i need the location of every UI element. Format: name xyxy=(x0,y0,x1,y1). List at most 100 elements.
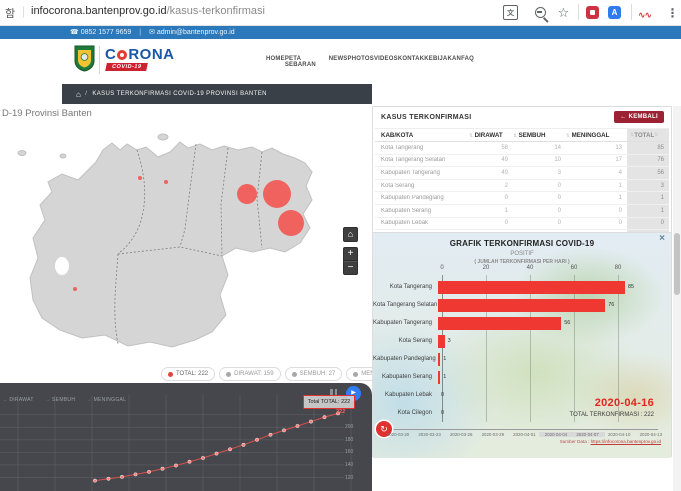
nav-item-faq[interactable]: FAQ xyxy=(461,56,474,68)
nav-item-videos[interactable]: VIDEOS xyxy=(374,56,398,68)
line-point[interactable] xyxy=(147,470,150,473)
back-arrow-icon: ← xyxy=(620,114,626,120)
nav-item-home[interactable]: HOME xyxy=(266,56,285,68)
cell-region-name: Kota Tangerang xyxy=(375,145,469,151)
browser-profile-icon[interactable]: 함 xyxy=(5,5,15,21)
brand-logo-icon[interactable]: ∿∿ xyxy=(637,8,652,23)
extension-translate-icon[interactable]: A xyxy=(608,6,621,19)
column-header-kab-kota[interactable]: KAB/KOTA xyxy=(375,132,469,139)
line-point[interactable] xyxy=(242,443,245,446)
timeline-date[interactable]: 2020-04-13 xyxy=(634,432,668,437)
column-header-total[interactable]: ⇅ TOTAL ⇅ xyxy=(627,129,669,141)
line-point[interactable] xyxy=(282,429,285,432)
cell-total: 85 xyxy=(627,142,669,154)
bar-category-label: Kabupaten Lebak xyxy=(373,392,438,398)
logo-letter-c: C xyxy=(105,46,116,63)
timeline-date[interactable]: 2020-03-20 xyxy=(381,432,415,437)
nav-item-news[interactable]: NEWS xyxy=(329,56,348,68)
bookmark-star-icon[interactable]: ☆ xyxy=(556,5,571,20)
zoom-search-icon[interactable] xyxy=(533,5,548,20)
line-point[interactable] xyxy=(296,424,299,427)
logo-divider xyxy=(99,46,100,74)
map-home-button[interactable]: ⌂ xyxy=(343,227,358,242)
nav-item-peta-sebaran[interactable]: PETA SEBARAN xyxy=(285,56,329,68)
case-bubble[interactable] xyxy=(278,210,304,236)
browser-menu-icon[interactable]: ⋮ xyxy=(665,5,680,20)
scrollbar-thumb[interactable] xyxy=(674,233,680,295)
case-bubble[interactable] xyxy=(237,184,257,204)
bar[interactable] xyxy=(438,317,561,330)
timeline-date[interactable]: 2020-03-29 xyxy=(476,432,510,437)
line-point[interactable] xyxy=(120,475,123,478)
cell-total: 1 xyxy=(627,192,669,204)
bar-row-kota-cilegon: Kota Cilegon0 xyxy=(373,404,671,422)
line-point[interactable] xyxy=(188,460,191,463)
column-header-dirawat[interactable]: ⇅ DIRAWAT xyxy=(469,132,513,139)
site-logo[interactable]: CRONA xyxy=(105,46,175,63)
bar[interactable] xyxy=(438,335,445,348)
bar[interactable] xyxy=(438,353,440,366)
line-point[interactable] xyxy=(269,433,272,436)
translate-icon[interactable]: 文 xyxy=(503,5,518,20)
address-bar[interactable]: infocorona.bantenprov.go.id/kasus-terkon… xyxy=(31,5,265,17)
column-header-meninggal[interactable]: ⇅ MENINGGAL xyxy=(566,132,627,139)
line-point[interactable] xyxy=(201,456,204,459)
bar[interactable] xyxy=(438,299,605,312)
province-map[interactable] xyxy=(0,104,372,383)
column-header-sembuh[interactable]: ⇅ SEMBUH xyxy=(513,132,566,139)
back-button[interactable]: ← KEMBALI xyxy=(614,111,664,123)
x-axis-tick: 80 xyxy=(608,265,628,271)
nav-item-kontak[interactable]: KONTAK xyxy=(398,56,424,68)
home-icon[interactable]: ⌂ xyxy=(76,90,81,99)
map-zoom-out-button[interactable]: − xyxy=(343,261,358,275)
bar[interactable] xyxy=(438,371,440,384)
line-legend-dirawat[interactable]: →DIRAWAT xyxy=(2,397,34,403)
line-legend-sembuh[interactable]: →SEMBUH xyxy=(45,397,76,403)
extension-shield-icon[interactable] xyxy=(586,6,599,19)
timeline-date[interactable]: 2020-03-26 xyxy=(444,432,478,437)
nav-item-kebijakan[interactable]: KEBIJAKAN xyxy=(424,56,461,68)
table-row: Kabupaten Pandeglang0011 xyxy=(375,192,669,205)
scrollbar-track[interactable] xyxy=(673,106,681,491)
timeline-date[interactable]: 2020-04-01 xyxy=(507,432,541,437)
line-point[interactable] xyxy=(161,467,164,470)
bar-value-label: 76 xyxy=(608,302,614,308)
line-legend-meninggal[interactable]: →MENINGGAL xyxy=(86,397,126,403)
line-point[interactable] xyxy=(215,452,218,455)
timeline-line-chart: →DIRAWAT→SEMBUH→MENINGGAL ▶ Total TOTAL:… xyxy=(0,383,372,491)
legend-pill-sembuh[interactable]: SEMBUH: 27 xyxy=(285,367,343,381)
table-row: Kota Tangerang58141385 xyxy=(375,142,669,155)
column-label: TOTAL xyxy=(634,132,654,139)
line-point[interactable] xyxy=(107,477,110,480)
email-address[interactable]: admin@bantenprov.go.id xyxy=(157,29,235,36)
phone-number[interactable]: 0852 1577 9659 xyxy=(81,29,132,36)
line-point[interactable] xyxy=(174,464,177,467)
timeline-date[interactable]: 2020-04-04 xyxy=(539,432,573,437)
map-zoom-in-button[interactable]: + xyxy=(343,247,358,261)
total-line-series xyxy=(95,413,338,480)
cell-value: 17 xyxy=(566,157,627,163)
timeline-date[interactable]: 2020-04-07 xyxy=(571,432,605,437)
case-bubble[interactable] xyxy=(164,180,168,184)
line-point[interactable] xyxy=(255,438,258,441)
line-point[interactable] xyxy=(93,479,96,482)
source-link[interactable]: https://infocorona.bantenprov.go.id xyxy=(591,439,661,444)
logo-red-o-icon xyxy=(117,50,127,60)
table-row: Kabupaten Lebak0000 xyxy=(375,218,669,231)
case-bubble[interactable] xyxy=(138,176,142,180)
legend-pill-dirawat[interactable]: DIRAWAT: 159 xyxy=(219,367,280,381)
legend-pill-total[interactable]: TOTAL: 222 xyxy=(161,367,215,381)
timeline-date[interactable]: 2020-03-23 xyxy=(413,432,447,437)
line-point[interactable] xyxy=(228,448,231,451)
line-point[interactable] xyxy=(134,473,137,476)
case-bubble[interactable] xyxy=(73,287,77,291)
timeline-date[interactable]: 2020-04-10 xyxy=(602,432,636,437)
table-row: Kota Tangerang Selatan49101776 xyxy=(375,155,669,168)
line-point[interactable] xyxy=(323,416,326,419)
bar[interactable] xyxy=(438,281,625,294)
table-header-row: KAB/KOTA⇅ DIRAWAT⇅ SEMBUH⇅ MENINGGAL⇅ TO… xyxy=(375,128,669,142)
nav-item-photos[interactable]: PHOTOS xyxy=(348,56,374,68)
line-point[interactable] xyxy=(309,420,312,423)
case-bubble[interactable] xyxy=(263,180,291,208)
cell-value: 14 xyxy=(513,145,566,151)
